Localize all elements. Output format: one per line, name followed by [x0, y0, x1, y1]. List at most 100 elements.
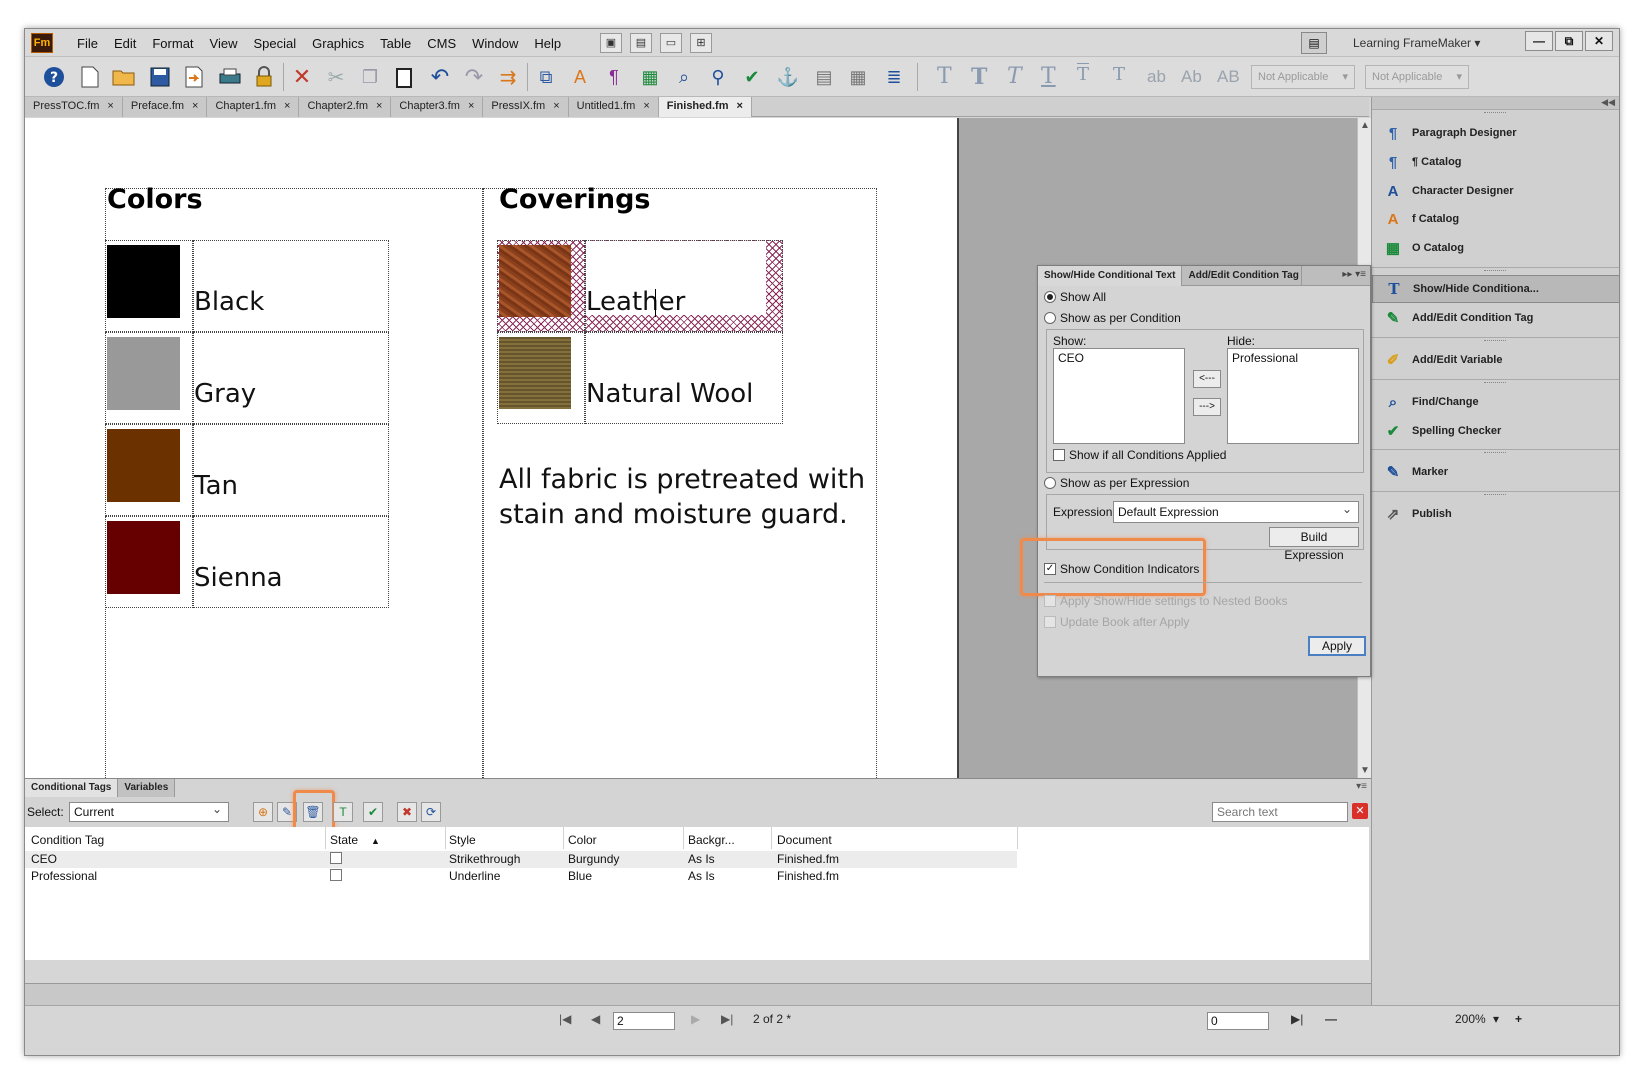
- find-next-icon[interactable]: ⚲: [705, 64, 731, 90]
- lowercase-icon[interactable]: ab: [1147, 67, 1166, 87]
- state-checkbox[interactable]: [330, 869, 342, 881]
- expression-select[interactable]: Default Expression: [1113, 499, 1359, 523]
- panel-menu-icon[interactable]: ▸▸ ▾≡: [1342, 269, 1366, 280]
- build-expression-button[interactable]: Build Expression: [1269, 527, 1359, 562]
- anchor-icon[interactable]: ⚓: [775, 64, 801, 90]
- apply-nested-books-checkbox[interactable]: Apply Show/Hide settings to Nested Books: [1044, 594, 1287, 608]
- update-book-checkbox[interactable]: Update Book after Apply: [1044, 615, 1189, 629]
- table-row[interactable]: Professional Underline Blue As Is Finish…: [25, 868, 1017, 885]
- search-input[interactable]: Search text: [1212, 802, 1348, 822]
- menu-edit[interactable]: Edit: [106, 36, 144, 51]
- panel-paragraph-catalog[interactable]: ¶ ¶ Catalog: [1372, 148, 1619, 176]
- scroll-up-icon[interactable]: ▲: [1360, 120, 1370, 131]
- text-underline-icon[interactable]: T: [1041, 64, 1056, 89]
- close-tab-icon[interactable]: ×: [107, 100, 113, 112]
- redo-icon[interactable]: ↷: [461, 64, 487, 90]
- import-icon[interactable]: [181, 64, 207, 90]
- column-header[interactable]: Style: [449, 833, 476, 847]
- panel-layout-icon[interactable]: ▣: [600, 33, 622, 53]
- insert-variable-icon[interactable]: ⧉: [533, 64, 559, 90]
- restore-button[interactable]: ⧉: [1555, 31, 1583, 51]
- zoom-in-button[interactable]: +: [1515, 1012, 1522, 1026]
- doc-tab[interactable]: Preface.fm ×: [122, 97, 208, 117]
- panel-object-catalog[interactable]: ▦ O Catalog: [1372, 234, 1619, 262]
- menu-file[interactable]: File: [69, 36, 106, 51]
- menu-view[interactable]: View: [202, 36, 246, 51]
- collapse-dock-icon[interactable]: ◀◀: [1372, 97, 1619, 109]
- select-dropdown[interactable]: Current: [69, 800, 229, 822]
- doc-tab[interactable]: PressTOC.fm ×: [25, 97, 123, 117]
- move-to-hide-button[interactable]: --->: [1193, 398, 1221, 416]
- column-header[interactable]: State: [330, 833, 358, 847]
- menu-cms[interactable]: CMS: [419, 36, 464, 51]
- panel-grip[interactable]: [1372, 491, 1619, 497]
- close-tab-icon[interactable]: ×: [376, 100, 382, 112]
- apply-condition-icon[interactable]: T: [333, 802, 353, 822]
- character-format-icon[interactable]: A: [567, 64, 593, 90]
- doc-tab[interactable]: PressIX.fm ×: [483, 97, 569, 117]
- tab-conditional-tags[interactable]: Conditional Tags: [25, 779, 119, 797]
- confirm-icon[interactable]: ✔: [363, 802, 383, 822]
- show-as-per-expression-radio[interactable]: Show as per Expression: [1044, 476, 1189, 490]
- menu-help[interactable]: Help: [526, 36, 569, 51]
- titlecase-icon[interactable]: Ab: [1181, 67, 1202, 87]
- remove-condition-icon[interactable]: ✖: [397, 802, 417, 822]
- close-tab-icon[interactable]: ×: [737, 100, 743, 112]
- refresh-icon[interactable]: ⟳: [421, 802, 441, 822]
- panel-spelling-checker[interactable]: ✔ Spelling Checker: [1372, 417, 1619, 445]
- panel-grip[interactable]: [1372, 109, 1619, 115]
- new-document-icon[interactable]: [77, 64, 103, 90]
- doc-tab[interactable]: Chapter1.fm ×: [207, 97, 300, 117]
- document-canvas[interactable]: Colors Black Gray Tan Sienna Coverings L…: [25, 118, 957, 778]
- tab-show-hide-conditional[interactable]: Show/Hide Conditional Text: [1038, 266, 1183, 286]
- lock-icon[interactable]: [251, 64, 277, 90]
- menu-window[interactable]: Window: [464, 36, 526, 51]
- column-header[interactable]: Color: [568, 833, 597, 847]
- text-overline-icon[interactable]: T: [1077, 64, 1089, 85]
- panel-marker[interactable]: ✎ Marker: [1372, 458, 1619, 486]
- paragraph-format-icon[interactable]: ¶: [601, 64, 627, 90]
- arrange-docs-icon[interactable]: ▤: [630, 33, 652, 53]
- menu-graphics[interactable]: Graphics: [304, 36, 372, 51]
- text-bold-icon[interactable]: T: [971, 64, 987, 90]
- menu-format[interactable]: Format: [144, 36, 201, 51]
- panel-paragraph-designer[interactable]: ¶ Paragraph Designer: [1372, 119, 1619, 147]
- doc-tab[interactable]: Untitled1.fm ×: [568, 97, 659, 117]
- tab-variables[interactable]: Variables: [118, 779, 176, 797]
- panel-character-designer[interactable]: A Character Designer: [1372, 177, 1619, 205]
- covering-name[interactable]: Leather: [586, 287, 685, 317]
- text-superscript-icon[interactable]: T: [1113, 64, 1125, 85]
- last-page-icon[interactable]: ▶|: [721, 1012, 733, 1026]
- tab-add-edit-condition-tag[interactable]: Add/Edit Condition Tag: [1182, 266, 1303, 286]
- column-header[interactable]: Backgr...: [688, 833, 735, 847]
- close-button[interactable]: ✕: [1585, 31, 1613, 51]
- text-plain-icon[interactable]: T: [937, 64, 952, 89]
- doc-tab[interactable]: Chapter3.fm ×: [391, 97, 484, 117]
- panel-menu-icon[interactable]: ▾≡: [1356, 781, 1367, 792]
- first-page-icon[interactable]: |◀: [559, 1012, 571, 1026]
- copy-icon[interactable]: ❐: [357, 64, 383, 90]
- menu-table[interactable]: Table: [372, 36, 419, 51]
- zoom-dropdown-icon[interactable]: ▾: [1493, 1012, 1499, 1026]
- scroll-down-icon[interactable]: ▼: [1360, 765, 1370, 776]
- doc-tab[interactable]: Chapter2.fm ×: [299, 97, 392, 117]
- find-icon[interactable]: ⌕: [671, 64, 697, 90]
- previous-page-icon[interactable]: ◀: [591, 1012, 600, 1026]
- column-header[interactable]: Document: [777, 833, 832, 847]
- panel-publish[interactable]: ⇗ Publish: [1372, 500, 1619, 528]
- workspace-switcher[interactable]: Learning FrameMaker ▾: [1353, 36, 1480, 50]
- close-tab-icon[interactable]: ×: [643, 100, 649, 112]
- show-list[interactable]: CEO: [1053, 348, 1185, 444]
- apply-button[interactable]: Apply: [1308, 636, 1366, 656]
- panel-character-catalog[interactable]: Af Catalog: [1372, 205, 1619, 233]
- undo-icon[interactable]: ↶: [427, 64, 453, 90]
- panel-grip[interactable]: [1372, 267, 1619, 273]
- next-page-icon[interactable]: ▶: [691, 1012, 700, 1026]
- delete-icon[interactable]: ✕: [289, 64, 315, 90]
- zoom-fit-icon[interactable]: ▶|: [1291, 1012, 1303, 1026]
- character-tag-dropdown[interactable]: Not Applicable: [1365, 65, 1469, 89]
- panel-grip[interactable]: [1372, 337, 1619, 343]
- minimize-button[interactable]: —: [1525, 31, 1553, 51]
- print-icon[interactable]: [217, 64, 243, 90]
- grid-icon[interactable]: ▦: [845, 64, 871, 90]
